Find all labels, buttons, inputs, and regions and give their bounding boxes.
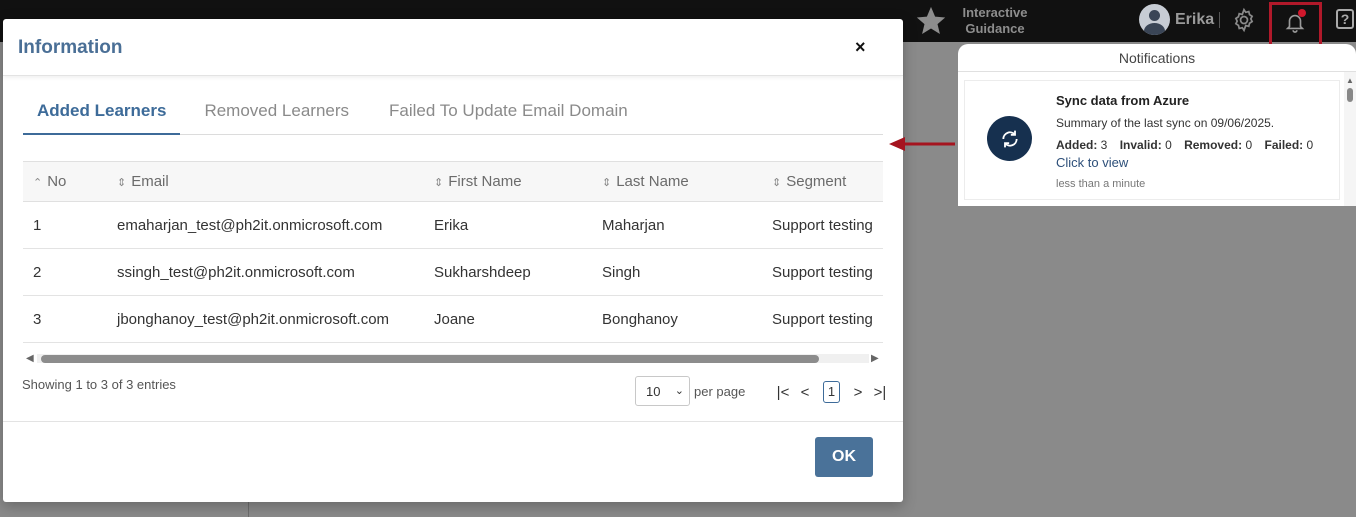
cell-segment: Support testing (772, 310, 873, 328)
cell-email: ssingh_test@ph2it.onmicrosoft.com (117, 263, 355, 281)
cell-email: jbonghanoy_test@ph2it.onmicrosoft.com (117, 310, 390, 328)
divider (1219, 12, 1220, 28)
dialog-title: Information (18, 37, 123, 58)
notification-badge (1298, 9, 1306, 17)
user-menu[interactable]: Erika (1139, 4, 1214, 35)
sort-icon: ⇕ (117, 177, 127, 189)
notifications-header: Notifications (958, 44, 1356, 72)
vertical-scrollbar[interactable]: ▲ (1344, 72, 1356, 206)
notification-item[interactable]: Sync data from Azure Summary of the last… (964, 80, 1340, 200)
pagination: |< < 1 > >| (772, 381, 891, 403)
per-page-label: per page (694, 384, 746, 399)
current-page[interactable]: 1 (823, 381, 840, 403)
close-icon[interactable]: × (855, 37, 866, 58)
table-row: 3 jbonghanoy_test@ph2it.onmicrosoft.com … (23, 296, 883, 343)
information-dialog: Information × Added Learners Removed Lea… (3, 19, 903, 502)
cell-first-name: Joane (434, 310, 475, 328)
sync-icon (987, 116, 1032, 161)
cell-segment: Support testing (772, 216, 873, 234)
gear-icon[interactable] (1231, 7, 1257, 38)
sort-icon: ⌃ (33, 177, 43, 189)
page-size-value: 10 (646, 384, 661, 399)
table-row: 2 ssingh_test@ph2it.onmicrosoft.com Sukh… (23, 249, 883, 296)
user-name: Erika (1175, 10, 1215, 28)
interactive-guidance[interactable]: Interactive Guidance (912, 2, 1040, 40)
sort-icon: ⇕ (772, 177, 782, 189)
cell-no: 1 (33, 216, 42, 234)
cell-first-name: Erika (434, 216, 469, 234)
notification-time: less than a minute (1056, 178, 1146, 190)
column-header-first-name[interactable]: ⇕ First Name (423, 162, 593, 202)
star-icon (912, 2, 950, 40)
sort-icon: ⇕ (602, 177, 612, 189)
cell-last-name: Bonghanoy (602, 310, 678, 328)
cell-last-name: Maharjan (602, 216, 665, 234)
help-icon[interactable]: ? (1336, 9, 1354, 29)
column-header-segment[interactable]: ⇕ Segment (763, 162, 883, 202)
dialog-header: Information × (3, 19, 903, 76)
sort-icon: ⇕ (434, 177, 444, 189)
next-page-icon[interactable]: > (847, 384, 869, 401)
page-size-select[interactable]: 10 ⌄ (635, 376, 690, 406)
first-page-icon[interactable]: |< (772, 384, 794, 401)
column-header-last-name[interactable]: ⇕ Last Name (593, 162, 763, 202)
notification-summary: Summary of the last sync on 09/06/2025. (1056, 116, 1275, 130)
learners-table: ⌃ No ⇕ Email ⇕ First Name ⇕ Last Name ⇕ Segme… (23, 161, 883, 343)
column-header-email[interactable]: ⇕ Email (103, 162, 423, 202)
scroll-thumb[interactable] (41, 355, 819, 363)
notification-stats: Added: 3 Invalid: 0 Removed: 0 Failed: 0 (1056, 138, 1314, 152)
click-to-view-link[interactable]: Click to view (1056, 155, 1128, 170)
cell-no: 2 (33, 263, 42, 281)
tab-failed-email-domain[interactable]: Failed To Update Email Domain (375, 95, 642, 135)
cell-segment: Support testing (772, 263, 873, 281)
cell-last-name: Singh (602, 263, 641, 281)
scroll-thumb[interactable] (1347, 88, 1353, 102)
prev-page-icon[interactable]: < (794, 384, 816, 401)
user-avatar-icon (1139, 4, 1170, 35)
cell-first-name: Sukharshdeep (434, 263, 531, 281)
tab-bar: Added Learners Removed Learners Failed T… (23, 95, 883, 135)
entries-info: Showing 1 to 3 of 3 entries (22, 377, 176, 392)
last-page-icon[interactable]: >| (869, 384, 891, 401)
arrow-left-icon (889, 134, 959, 159)
ok-button[interactable]: OK (815, 437, 873, 477)
notification-title: Sync data from Azure (1056, 93, 1190, 108)
tab-added-learners[interactable]: Added Learners (23, 95, 181, 135)
column-header-no[interactable]: ⌃ No (23, 162, 103, 202)
notifications-panel: Notifications Sync data from Azure Summa… (958, 44, 1356, 206)
table-header-row: ⌃ No ⇕ Email ⇕ First Name ⇕ Last Name ⇕ Segme… (23, 161, 883, 202)
scroll-up-icon[interactable]: ▲ (1346, 76, 1354, 85)
horizontal-scrollbar[interactable]: ◀ ▶ (23, 352, 883, 366)
scroll-right-icon[interactable]: ▶ (871, 352, 879, 366)
interactive-guidance-label: Interactive Guidance (962, 5, 1028, 36)
scroll-left-icon[interactable]: ◀ (26, 352, 34, 366)
cell-no: 3 (33, 310, 42, 328)
chevron-down-icon: ⌄ (674, 385, 684, 397)
footer-divider (3, 421, 903, 422)
cell-email: emaharjan_test@ph2it.onmicrosoft.com (117, 216, 383, 234)
background-divider (248, 500, 249, 517)
tab-removed-learners[interactable]: Removed Learners (190, 95, 363, 135)
table-row: 1 emaharjan_test@ph2it.onmicrosoft.com E… (23, 202, 883, 249)
